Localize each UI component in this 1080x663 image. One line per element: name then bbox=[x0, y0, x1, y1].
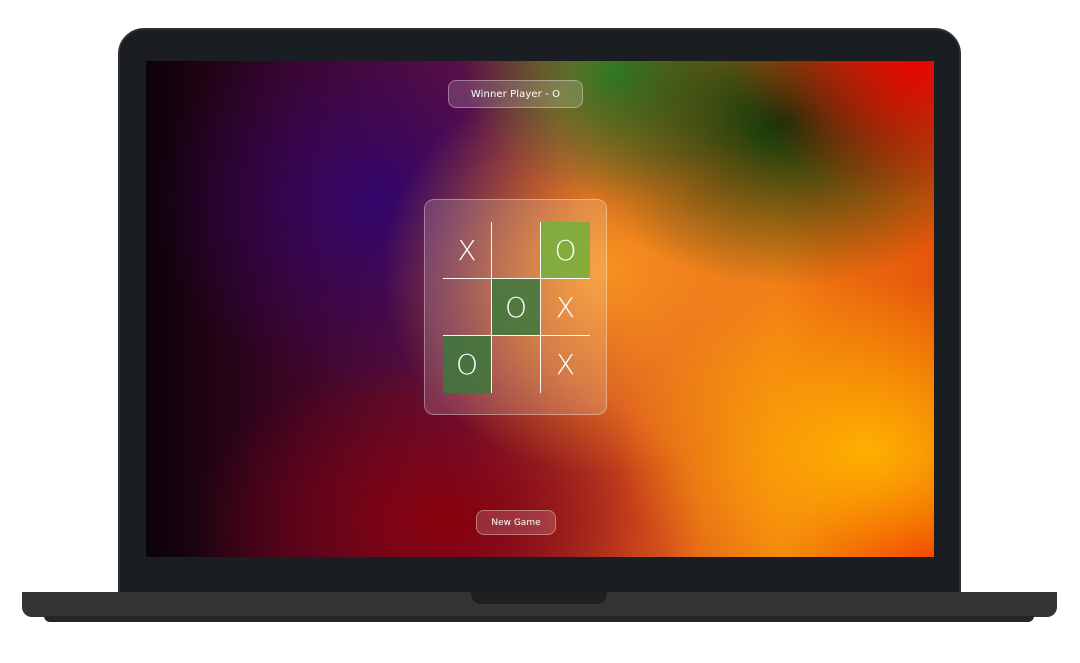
board-cell-4[interactable] bbox=[443, 279, 492, 336]
laptop-notch bbox=[471, 592, 607, 604]
board-cell-9[interactable]: X bbox=[541, 336, 590, 393]
board-cell-1[interactable]: X bbox=[443, 222, 492, 279]
board-cell-2[interactable] bbox=[492, 222, 541, 279]
board-cell-3[interactable]: O bbox=[541, 222, 590, 279]
tic-tac-toe-board: X O O X O X bbox=[443, 222, 590, 393]
game-screen: Winner Player - O X O O X O X New Game bbox=[146, 61, 934, 557]
board-cell-5[interactable]: O bbox=[492, 279, 541, 336]
laptop-base-foot bbox=[44, 616, 1034, 622]
new-game-button[interactable]: New Game bbox=[476, 510, 556, 535]
winner-status: Winner Player - O bbox=[448, 80, 583, 108]
board-panel: X O O X O X bbox=[424, 199, 607, 415]
board-cell-6[interactable]: X bbox=[541, 279, 590, 336]
laptop-mockup: Winner Player - O X O O X O X New Game bbox=[0, 0, 1080, 663]
new-game-label: New Game bbox=[491, 517, 541, 528]
board-cell-7[interactable]: O bbox=[443, 336, 492, 393]
board-cell-8[interactable] bbox=[492, 336, 541, 393]
winner-status-text: Winner Player - O bbox=[470, 88, 561, 100]
